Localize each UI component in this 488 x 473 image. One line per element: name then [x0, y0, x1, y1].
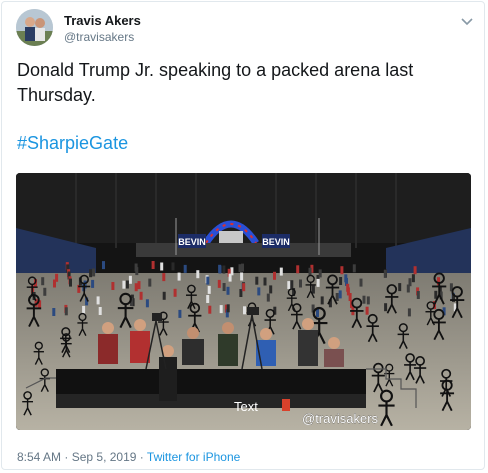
- author-name[interactable]: Travis Akers: [64, 13, 141, 28]
- sign-right: BEVIN: [262, 237, 290, 247]
- tweet-footer: 8:54 AM · Sep 5, 2019 · Twitter for iPho…: [17, 450, 240, 464]
- tweet-date[interactable]: Sep 5, 2019: [72, 450, 137, 464]
- avatar-image: [16, 9, 53, 46]
- overlay-text: Text: [234, 399, 258, 414]
- arena-photo: BEVIN BEVIN Text @travisakers: [16, 173, 471, 430]
- tweet-time[interactable]: 8:54 AM: [17, 450, 61, 464]
- photo-watermark: @travisakers: [302, 411, 379, 426]
- tweet-source-link[interactable]: Twitter for iPhone: [147, 450, 240, 464]
- tweet-text: Donald Trump Jr. speaking to a packed ar…: [17, 60, 414, 105]
- tweet-media[interactable]: BEVIN BEVIN Text @travisakers: [16, 173, 471, 430]
- sign-left: BEVIN: [178, 237, 206, 247]
- separator: ·: [64, 450, 69, 464]
- avatar[interactable]: [16, 9, 53, 46]
- chevron-down-icon[interactable]: [460, 14, 474, 28]
- hashtag-link[interactable]: #SharpieGate: [17, 131, 128, 156]
- author-handle[interactable]: @travisakers: [64, 30, 134, 44]
- separator: ·: [139, 450, 144, 464]
